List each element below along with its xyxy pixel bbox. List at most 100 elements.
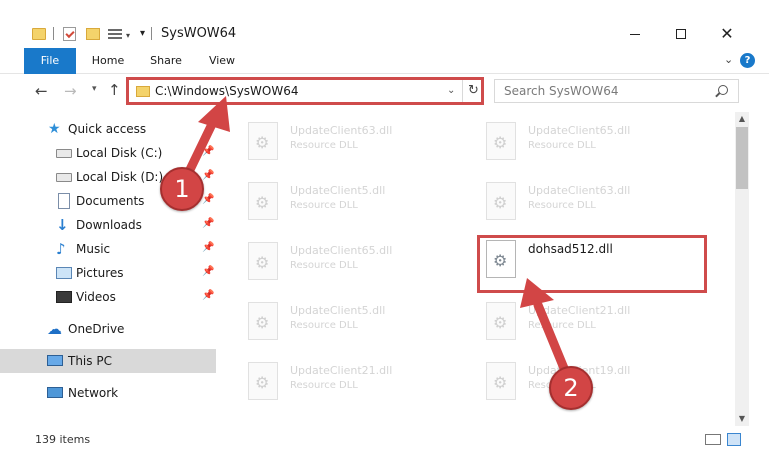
file-name: UpdateClient63.dll	[528, 184, 631, 197]
dll-file-icon	[248, 302, 278, 340]
search-input[interactable]: Search SysWOW64	[494, 79, 739, 103]
dll-file-icon	[248, 182, 278, 220]
address-highlight-box	[126, 77, 484, 105]
sidebar-item-label: Quick access	[68, 122, 147, 136]
sidebar-item-label: This PC	[68, 354, 112, 368]
sidebar-item-label: Music	[76, 242, 111, 256]
file-item[interactable]: UpdateClient65.dll Resource DLL	[238, 236, 468, 290]
sidebar-item-quick-access[interactable]: ★ Quick access	[0, 117, 216, 141]
pc-icon	[47, 355, 63, 366]
cloud-icon: ☁	[47, 320, 62, 338]
tab-home[interactable]: Home	[84, 48, 132, 74]
file-highlight-box	[477, 235, 707, 293]
new-folder-icon[interactable]	[86, 28, 100, 40]
search-placeholder: Search SysWOW64	[504, 84, 619, 98]
dll-file-icon	[248, 362, 278, 400]
sidebar-item-label: OneDrive	[68, 322, 125, 336]
window-title: SysWOW64	[161, 26, 237, 41]
sidebar-item-label: Downloads	[76, 218, 142, 232]
file-item[interactable]: UpdateClient5.dll Resource DLL	[238, 296, 468, 350]
sidebar-item-pictures[interactable]: Pictures 📌	[0, 261, 216, 285]
file-name: UpdateClient65.dll	[290, 244, 393, 257]
pin-icon[interactable]: 📌	[202, 194, 214, 205]
sidebar-item-label: Network	[68, 386, 119, 400]
sidebar-item-label: Documents	[76, 194, 145, 208]
videos-icon	[56, 291, 72, 303]
disk-icon	[56, 149, 72, 158]
file-type: Resource DLL	[528, 140, 596, 151]
search-icon[interactable]	[718, 85, 728, 95]
file-type: Resource DLL	[290, 200, 358, 211]
file-item[interactable]: UpdateClient65.dll Resource DLL	[476, 116, 706, 170]
sidebar-item-label: Local Disk (C:)	[76, 146, 163, 160]
step-badge-1: 1	[160, 167, 204, 211]
file-name: UpdateClient65.dll	[528, 124, 631, 137]
sidebar-item-label: Pictures	[76, 266, 124, 280]
tab-view[interactable]: View	[198, 48, 246, 74]
pictures-icon	[56, 267, 72, 279]
forward-arrow-icon[interactable]: →	[64, 82, 77, 100]
scroll-up-icon[interactable]: ▲	[735, 112, 749, 126]
scroll-thumb[interactable]	[736, 127, 748, 189]
large-icons-view-icon[interactable]	[727, 433, 741, 446]
tab-share[interactable]: Share	[142, 48, 190, 74]
properties-icon[interactable]	[63, 27, 76, 41]
file-item[interactable]: UpdateClient21.dll Resource DLL	[238, 356, 468, 410]
divider	[151, 27, 152, 40]
pin-icon[interactable]: 📌	[202, 266, 214, 277]
sidebar-item-music[interactable]: ♪ Music 📌	[0, 237, 216, 261]
divider	[53, 27, 54, 40]
scroll-down-icon[interactable]: ▼	[735, 412, 749, 426]
file-name: UpdateClient5.dll	[290, 304, 386, 317]
pin-icon[interactable]: 📌	[202, 170, 214, 181]
sidebar-item-network[interactable]: Network	[0, 381, 216, 405]
tab-file[interactable]: File	[24, 48, 76, 74]
details-view-icon[interactable]	[705, 434, 721, 445]
item-count: 139 items	[35, 433, 91, 446]
back-arrow-icon[interactable]: ←	[35, 82, 48, 100]
folder-icon	[32, 28, 46, 40]
chevron-down-icon[interactable]: ▾	[126, 31, 130, 40]
star-icon: ★	[48, 121, 61, 137]
recent-locations-icon[interactable]: ▾	[92, 84, 97, 94]
pin-icon[interactable]: 📌	[202, 146, 214, 157]
view-options-icon[interactable]	[108, 28, 122, 40]
sidebar-item-this-pc[interactable]: This PC	[0, 349, 216, 373]
sidebar-item-downloads[interactable]: ↓ Downloads 📌	[0, 213, 216, 237]
pin-icon[interactable]: 📌	[202, 242, 214, 253]
download-icon: ↓	[56, 216, 69, 234]
file-type: Resource DLL	[290, 260, 358, 271]
help-icon[interactable]: ?	[740, 53, 755, 68]
music-icon: ♪	[56, 240, 66, 258]
file-type: Resource DLL	[290, 140, 358, 151]
pin-icon[interactable]: 📌	[202, 218, 214, 229]
status-bar: 139 items	[0, 426, 769, 452]
sidebar-item-onedrive[interactable]: ☁ OneDrive	[0, 317, 216, 341]
dll-file-icon	[486, 182, 516, 220]
file-name: UpdateClient21.dll	[528, 304, 631, 317]
up-arrow-icon[interactable]: ↑	[108, 81, 121, 99]
file-type: Resource DLL	[290, 320, 358, 331]
customize-toolbar-icon[interactable]: ▾	[140, 28, 145, 39]
vertical-scrollbar[interactable]: ▲ ▼	[735, 112, 749, 426]
navigation-pane: ★ Quick access Local Disk (C:) 📌 Local D…	[0, 115, 216, 425]
title-bar: ▾ ▾ SysWOW64 ✕	[0, 0, 769, 48]
sidebar-item-videos[interactable]: Videos 📌	[0, 285, 216, 309]
dll-file-icon	[486, 302, 516, 340]
maximize-button[interactable]	[658, 20, 704, 48]
file-item[interactable]: UpdateClient63.dll Resource DLL	[476, 176, 706, 230]
minimize-button[interactable]	[612, 20, 658, 48]
pin-icon[interactable]: 📌	[202, 290, 214, 301]
file-item[interactable]: UpdateClient21.dll Resource DLL	[476, 296, 706, 350]
sidebar-item-label: Videos	[76, 290, 116, 304]
sidebar-item-local-disk-c[interactable]: Local Disk (C:) 📌	[0, 141, 216, 165]
close-button[interactable]: ✕	[704, 20, 750, 48]
file-type: Resource DLL	[528, 200, 596, 211]
file-item[interactable]: UpdateClient5.dll Resource DLL	[238, 176, 468, 230]
documents-icon	[58, 193, 70, 209]
file-name: UpdateClient5.dll	[290, 184, 386, 197]
dll-file-icon	[248, 242, 278, 280]
file-name: UpdateClient63.dll	[290, 124, 393, 137]
file-item[interactable]: UpdateClient63.dll Resource DLL	[238, 116, 468, 170]
chevron-down-icon[interactable]: ⌄	[724, 53, 733, 66]
